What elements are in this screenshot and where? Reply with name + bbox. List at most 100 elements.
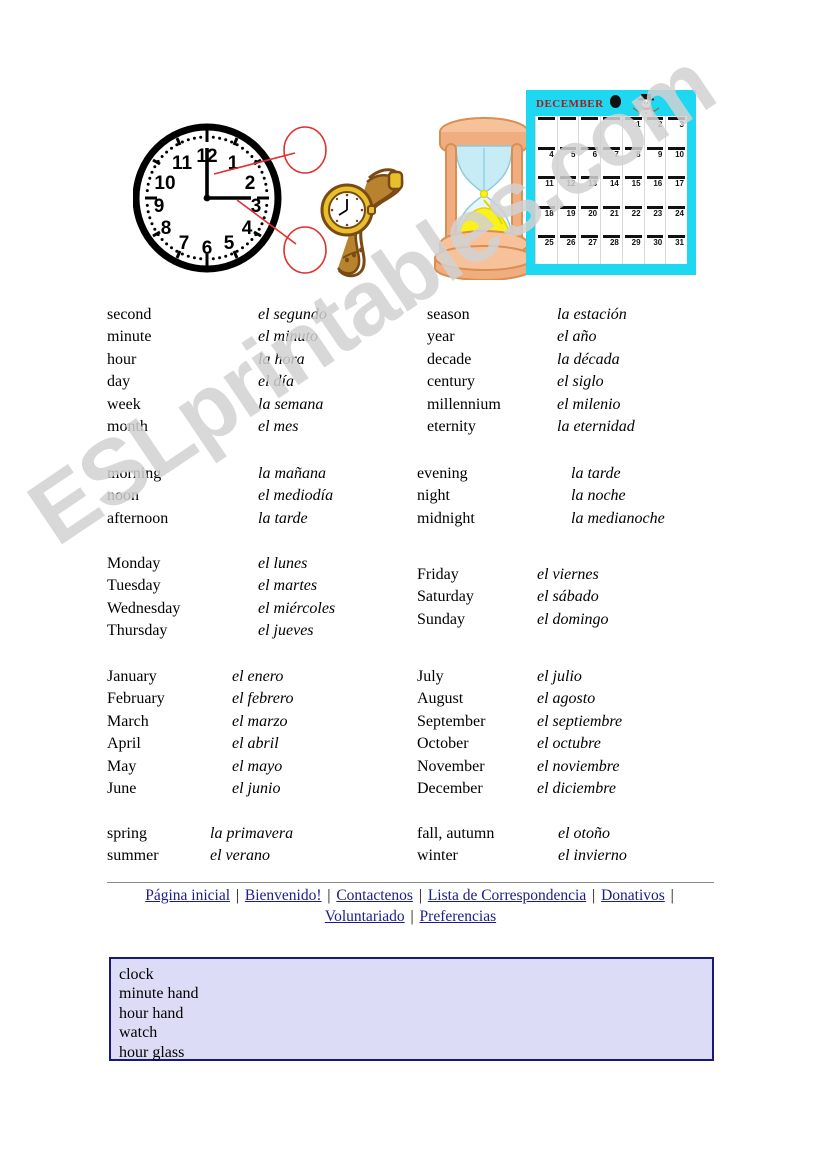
- calendar-cell: 6: [578, 145, 600, 176]
- vocab-term-spanish: la tarde: [571, 465, 621, 482]
- footer-link-donativos[interactable]: Donativos: [601, 887, 665, 904]
- svg-text:10: 10: [154, 173, 175, 194]
- vocab-term-english: Wednesday: [107, 599, 181, 617]
- footer-link-lista-de-correspondencia[interactable]: Lista de Correspondencia: [428, 887, 586, 904]
- calendar-grid: 1 2 3 4 5 6 7 8 9 10 11 12 13 14 15 16 17 18 19 20 21 22 23 24 2…: [535, 116, 687, 264]
- calendar-cell: [600, 116, 622, 146]
- vocab-term-spanish: la semana: [258, 395, 324, 413]
- svg-text:4: 4: [242, 218, 253, 239]
- calendar-cell: 23: [643, 204, 666, 235]
- footer-link-voluntariado[interactable]: Voluntariado: [325, 908, 405, 925]
- calendar-date: 29: [631, 238, 641, 248]
- vocab-term-spanish: el septiembre: [537, 712, 623, 730]
- vocab-term-english: Tuesday: [107, 577, 161, 595]
- vocab-term-english: afternoon: [107, 509, 169, 527]
- vocab-term-english: December: [417, 779, 483, 797]
- vocab-term-english: Sunday: [417, 610, 465, 628]
- calendar-cell-bar: [603, 117, 620, 120]
- calendar-cell: 30: [643, 234, 666, 264]
- footer-link-row-2: Voluntariado | Preferencias: [0, 906, 821, 927]
- calendar-date: 21: [609, 208, 619, 218]
- vocab-term-english: eternity: [427, 417, 476, 435]
- calendar-cell-bar: [559, 117, 577, 120]
- calendar-cell: 31: [665, 234, 687, 264]
- wrist-watch-image: [320, 168, 404, 278]
- hourglass-post-left: [445, 143, 457, 245]
- vocab-term-english: February: [107, 690, 165, 708]
- calendar-cell: 14: [600, 175, 622, 205]
- calendar-month-label: DECEMBER: [536, 98, 604, 110]
- word-box-item: hour glass: [119, 1043, 185, 1061]
- calendar-date: 18: [544, 208, 554, 218]
- vocab-term-english: spring: [107, 825, 147, 842]
- vocab-term-spanish: el martes: [258, 577, 318, 595]
- calendar-date: 23: [653, 208, 663, 218]
- svg-text:5: 5: [224, 233, 235, 254]
- calendar-cell: 10: [665, 145, 687, 176]
- calendar-cell: 22: [621, 204, 644, 235]
- vocab-term-spanish: el febrero: [232, 690, 294, 708]
- vocab-term-english: morning: [107, 465, 162, 482]
- calendar-date: 30: [653, 238, 663, 248]
- vocab-term-english: decade: [427, 350, 472, 368]
- svg-text:9: 9: [154, 196, 165, 217]
- svg-text:7: 7: [179, 233, 190, 254]
- footer-link-bienvenido[interactable]: Bienvenido!: [245, 887, 322, 904]
- footer-link-preferencias[interactable]: Preferencias: [420, 908, 497, 925]
- vocab-term-spanish: la estación: [557, 306, 627, 323]
- calendar-cell: 25: [535, 234, 557, 264]
- vocab-term-english: evening: [417, 465, 468, 482]
- calendar-date: 19: [566, 208, 576, 218]
- calendar-date: 22: [631, 208, 641, 218]
- clock-face: 12 1 2 3 4 5 6 7 8 9 10 11: [133, 123, 282, 273]
- calendar-cell: 29: [621, 234, 644, 264]
- vocab-term-spanish: el milenio: [557, 395, 621, 413]
- vocab-term-spanish: el miércoles: [258, 599, 336, 617]
- vocab-term-english: Friday: [417, 566, 459, 583]
- vocab-term-spanish: el lunes: [258, 555, 308, 572]
- calendar-date: 14: [609, 179, 619, 189]
- vocab-term-spanish: el abril: [232, 735, 279, 753]
- vocab-term-spanish: el otoño: [558, 825, 610, 842]
- calendar-date: 27: [588, 238, 598, 248]
- vocab-term-spanish: el octubre: [537, 735, 601, 753]
- hourglass-base: [434, 245, 534, 271]
- calendar-date: 20: [588, 208, 598, 218]
- vocab-term-spanish: el invierno: [558, 847, 627, 865]
- footer-link-separator: |: [588, 887, 600, 904]
- vocab-term-english: summer: [107, 847, 159, 865]
- vocab-term-english: April: [107, 735, 141, 753]
- calendar-cell-bar: [581, 117, 599, 120]
- calendar-date: 4: [549, 149, 554, 159]
- vocab-term-spanish: el año: [557, 328, 597, 346]
- vocab-term-english: October: [417, 735, 469, 753]
- vocab-term-spanish: el verano: [210, 847, 270, 865]
- vocab-term-spanish: el sábado: [537, 588, 599, 606]
- calendar-cell: 19: [556, 204, 579, 235]
- calendar-date: 31: [675, 238, 684, 248]
- calendar-date: 26: [566, 238, 576, 248]
- vocab-term-spanish: el minuto: [258, 328, 318, 346]
- vocab-term-english: millennium: [427, 395, 501, 413]
- calendar-date: 8: [636, 149, 641, 159]
- calendar-cell: 21: [600, 204, 622, 235]
- vocabulary-word-box: clock minute hand hour hand watch hour glass: [109, 957, 714, 1061]
- vocab-term-english: month: [107, 417, 148, 435]
- calendar-cell: [535, 116, 557, 146]
- vocab-term-english: January: [107, 668, 157, 685]
- hourglass-glass: [455, 145, 513, 243]
- vocab-term-spanish: el noviembre: [537, 757, 620, 775]
- footer-link-p-gina-inicial[interactable]: Página inicial: [145, 887, 230, 904]
- svg-text:1: 1: [228, 153, 239, 174]
- vocab-term-english: winter: [417, 847, 458, 865]
- vocab-term-spanish: el siglo: [557, 373, 604, 391]
- calendar-date: 9: [657, 149, 663, 159]
- svg-text:11: 11: [172, 153, 193, 174]
- vocab-term-english: Saturday: [417, 588, 474, 606]
- calendar-date: 13: [588, 179, 598, 189]
- calendar-date: 10: [675, 149, 684, 159]
- calendar-cell: 16: [643, 175, 666, 205]
- vocab-term-english: noon: [107, 487, 139, 505]
- footer-divider: [107, 882, 714, 883]
- footer-link-contactenos[interactable]: Contactenos: [336, 887, 413, 904]
